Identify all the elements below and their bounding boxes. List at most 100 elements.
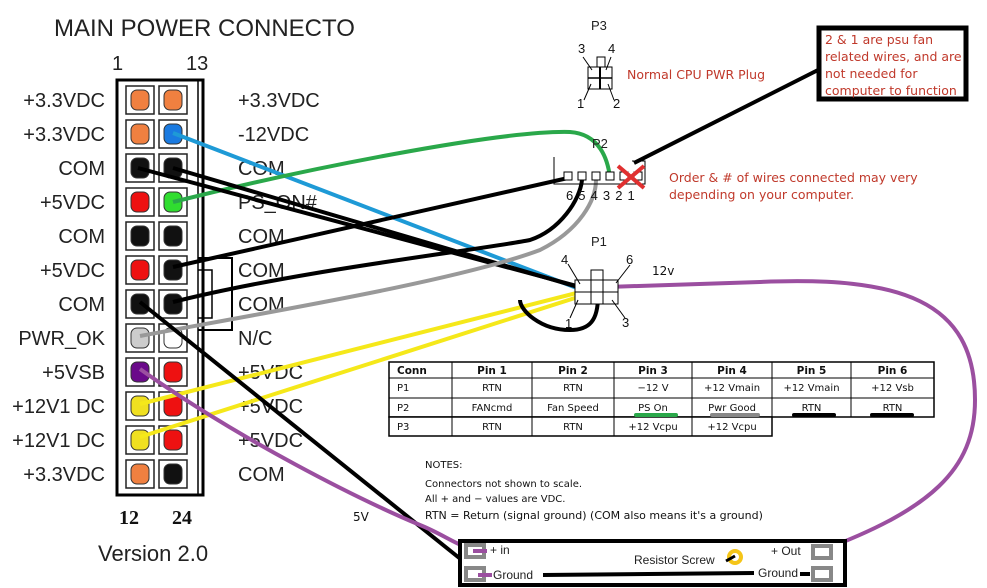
notes-line-3: RTN = Return (signal ground) (COM also m… xyxy=(425,509,763,522)
pin-right-9 xyxy=(158,357,188,387)
p1-pin-3: 3 xyxy=(622,315,629,330)
table-header: Pin 5 xyxy=(797,365,827,377)
table-cell: P2 xyxy=(397,403,409,414)
pin-number-13: 13 xyxy=(186,53,208,75)
pin-left-9 xyxy=(125,357,155,387)
left-label-8: PWR_OK xyxy=(18,328,105,350)
callout-line-4: computer to function xyxy=(825,83,957,98)
table-cell: P3 xyxy=(397,422,409,433)
pin-number-1: 1 xyxy=(112,53,123,75)
notes-line-1: Connectors not shown to scale. xyxy=(425,479,582,490)
ground-in-label: Ground xyxy=(493,568,533,582)
p1-pin-4: 4 xyxy=(561,252,568,267)
left-label-2: +3.3VDC xyxy=(23,124,105,146)
left-label-1: +3.3VDC xyxy=(23,90,105,112)
callout-line-2: related wires, and are xyxy=(825,49,962,64)
pin-left-1 xyxy=(125,85,155,115)
pin-left-2 xyxy=(125,119,155,149)
plus-in-label: + in xyxy=(490,543,510,557)
left-label-6: +5VDC xyxy=(40,260,105,282)
notes-line-2: All + and − values are VDC. xyxy=(425,494,565,505)
callout-line-1: 2 & 1 are psu fan xyxy=(825,32,933,47)
left-label-4: +5VDC xyxy=(40,192,105,214)
p1-pin-6: 6 xyxy=(626,252,633,267)
table-cell: RTN xyxy=(883,403,903,414)
resistor-screw-label: Resistor Screw xyxy=(634,553,715,567)
table-cell: PS On xyxy=(638,403,668,414)
p3-title: P3 xyxy=(591,18,607,33)
p1-title: P1 xyxy=(591,234,607,249)
pin-left-10 xyxy=(125,391,155,421)
plus-out-terminal xyxy=(811,544,833,560)
pin-left-12 xyxy=(125,459,155,489)
left-label-12: +3.3VDC xyxy=(23,464,105,486)
pin-left-5 xyxy=(125,221,155,251)
table-cell: P1 xyxy=(397,383,409,394)
p3-pin-2: 2 xyxy=(613,96,620,111)
pin-table: Conn Pin 1 Pin 2 Pin 3 Pin 4 Pin 5 Pin 6 P1 RTN R… xyxy=(388,361,935,437)
pin-left-8 xyxy=(125,323,155,353)
callout-pointer-wire xyxy=(633,67,821,165)
table-cell: +12 Vmain xyxy=(783,383,839,394)
p3-connector: P3 3 4 1 2 xyxy=(577,18,620,111)
table-header: Conn xyxy=(397,365,427,377)
left-label-3: COM xyxy=(58,158,105,180)
p1-pin-1: 1 xyxy=(565,316,572,331)
p2-caption-line2: depending on your computer. xyxy=(669,187,854,202)
pin-number-12: 12 xyxy=(119,507,139,529)
left-pin-labels: +3.3VDC +3.3VDC COM +5VDC COM +5VDC COM PWR_OK +… xyxy=(12,90,105,486)
table-header: Pin 1 xyxy=(477,365,507,377)
right-label-2: -12VDC xyxy=(238,124,309,146)
table-cell: +12 Vcpu xyxy=(707,422,756,433)
table-cell: −12 V xyxy=(637,383,668,394)
table-cell: Fan Speed xyxy=(547,403,599,414)
p2-pin-1: 1 xyxy=(628,188,635,203)
table-cell: RTN xyxy=(802,403,822,414)
table-cell: RTN xyxy=(563,422,583,433)
ground-out-label: Ground xyxy=(758,566,798,580)
p2-pin-4: 4 xyxy=(591,188,598,203)
pin-right-6 xyxy=(158,255,188,285)
p2-caption-line1: Order & # of wires connected may very xyxy=(669,170,918,185)
left-label-7: COM xyxy=(58,294,105,316)
pin-right-1 xyxy=(158,85,188,115)
p3-pin-4: 4 xyxy=(608,41,615,56)
table-header: Pin 3 xyxy=(638,365,668,377)
p2-pin-6: 6 xyxy=(566,188,573,203)
right-label-12: COM xyxy=(238,464,285,486)
table-cell: +12 Vsb xyxy=(871,383,914,394)
p1-connector: P1 4 6 1 3 xyxy=(561,234,633,331)
plus-out-label: + Out xyxy=(771,544,801,558)
p2-pin-2: 2 xyxy=(615,188,622,203)
pin-right-5 xyxy=(158,221,188,251)
main-connector-title: MAIN POWER CONNECTO xyxy=(54,15,355,42)
left-label-11: +12V1 DC xyxy=(12,430,105,452)
wire-black-4 xyxy=(172,179,584,304)
left-label-10: +12V1 DC xyxy=(12,396,105,418)
table-cell: Pwr Good xyxy=(708,403,756,414)
version-label: Version 2.0 xyxy=(98,541,208,566)
wire-12v-label: 12v xyxy=(652,264,674,278)
right-label-4: PS_ON# xyxy=(238,192,318,214)
pin-left-6 xyxy=(125,255,155,285)
diagram-canvas: MAIN POWER CONNECTO 1 13 +3.3VDC+3.3VDCC… xyxy=(12,15,978,587)
table-cell: RTN xyxy=(482,383,502,394)
table-cell: +12 Vcpu xyxy=(628,422,677,433)
p2-connector: P2 654321 xyxy=(553,136,646,203)
p3-pin-3: 3 xyxy=(578,41,585,56)
pin-number-24: 24 xyxy=(172,507,192,529)
table-header: Pin 4 xyxy=(717,365,747,377)
pin-right-12 xyxy=(158,459,188,489)
pin-right-7 xyxy=(158,289,188,319)
right-label-1: +3.3VDC xyxy=(238,90,320,112)
p2-pin-3: 3 xyxy=(603,188,610,203)
left-label-5: COM xyxy=(58,226,105,248)
notes-title: NOTES: xyxy=(425,460,463,471)
table-cell: RTN xyxy=(563,383,583,394)
table-cell: +12 Vmain xyxy=(704,383,760,394)
pin-left-4 xyxy=(125,187,155,217)
table-cell: RTN xyxy=(482,422,502,433)
p2-title: P2 xyxy=(592,136,608,151)
p3-caption: Normal CPU PWR Plug xyxy=(627,67,765,82)
callout-line-3: not needed for xyxy=(825,66,918,81)
